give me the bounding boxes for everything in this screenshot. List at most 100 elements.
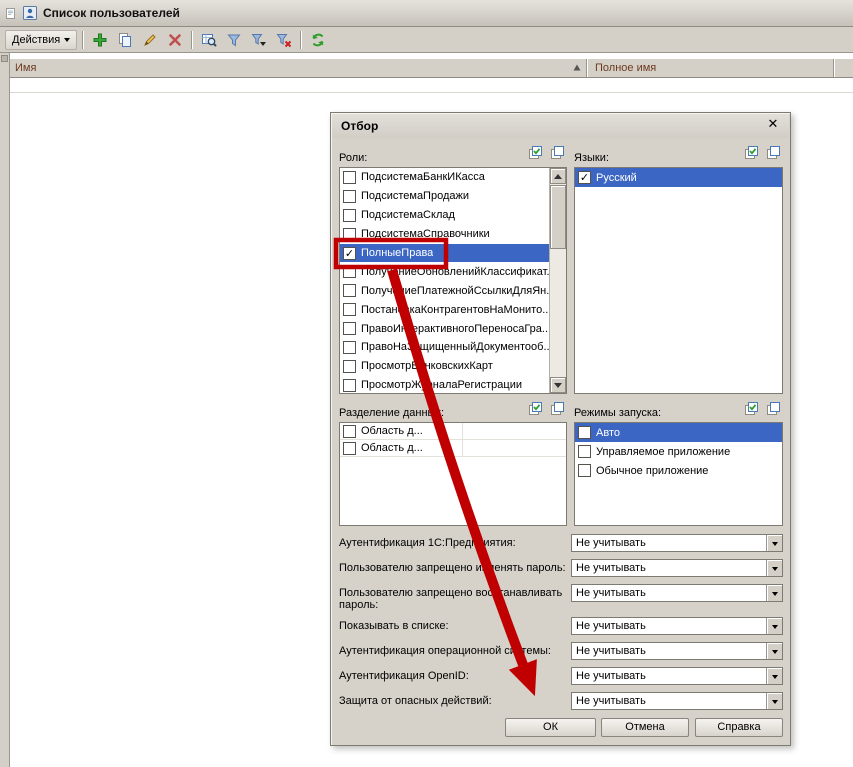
- filter-dialog: Отбор ✕ Роли: ПодсистемаБанкИКасса Подсис…: [330, 112, 791, 746]
- check-all-icon[interactable]: [528, 145, 543, 160]
- scroll-up-button[interactable]: [550, 168, 566, 184]
- scrollbar-thumb[interactable]: [550, 185, 566, 249]
- column-header-name[interactable]: Имя: [10, 62, 572, 74]
- list-item-label: ПолныеПрава: [361, 247, 434, 259]
- find-button[interactable]: [197, 29, 220, 50]
- data-separation-list[interactable]: Область д... Область д...: [339, 422, 567, 526]
- roles-list[interactable]: ПодсистемаБанкИКасса ПодсистемаПродажи Под…: [339, 167, 567, 394]
- cancel-button[interactable]: Отмена: [601, 718, 689, 737]
- filter-field-row: Защита от опасных действий: Не учитывать: [339, 692, 784, 717]
- list-item[interactable]: ПостановкаКонтрагентовНаМонито...: [340, 300, 549, 319]
- check-all-icon[interactable]: [744, 401, 759, 416]
- field-dropdown[interactable]: Не учитывать: [571, 617, 783, 635]
- uncheck-all-icon[interactable]: [766, 401, 781, 416]
- check-all-icon[interactable]: [528, 401, 543, 416]
- checkbox-unchecked[interactable]: [578, 464, 591, 477]
- dropdown-arrow-button[interactable]: [766, 693, 782, 709]
- filter-menu-button[interactable]: [247, 29, 270, 50]
- checkbox-unchecked[interactable]: [343, 208, 356, 222]
- checkbox-unchecked[interactable]: [343, 189, 356, 203]
- delete-button[interactable]: [163, 29, 186, 50]
- sort-icon[interactable]: [572, 63, 582, 73]
- column-divider[interactable]: [833, 59, 834, 77]
- checkbox-unchecked[interactable]: [343, 284, 356, 298]
- column-header-fullname[interactable]: Полное имя: [587, 62, 833, 74]
- checkbox-unchecked[interactable]: [343, 322, 356, 336]
- list-item[interactable]: ✓ Русский: [575, 168, 782, 187]
- toolbar-separator: [300, 30, 302, 49]
- list-item[interactable]: ✓ ПолныеПрава: [340, 243, 549, 263]
- checkbox-unchecked[interactable]: [343, 359, 356, 373]
- scroll-down-button[interactable]: [550, 377, 566, 393]
- dropdown-arrow-button[interactable]: [766, 643, 782, 659]
- check-all-icon[interactable]: [744, 145, 759, 160]
- list-item[interactable]: Обычное приложение: [575, 461, 782, 480]
- scrollbar[interactable]: [549, 168, 566, 393]
- checkbox-unchecked[interactable]: [343, 441, 356, 455]
- field-dropdown[interactable]: Не учитывать: [571, 642, 783, 660]
- checkbox-checked[interactable]: ✓: [343, 246, 356, 260]
- dropdown-arrow-button[interactable]: [766, 618, 782, 634]
- list-item[interactable]: ПросмотрЖурналаРегистрации: [340, 376, 549, 393]
- field-dropdown[interactable]: Не учитывать: [571, 692, 783, 710]
- clear-filter-button[interactable]: [272, 29, 295, 50]
- help-button[interactable]: Справка: [695, 718, 783, 737]
- field-dropdown[interactable]: Не учитывать: [571, 584, 783, 602]
- uncheck-all-icon[interactable]: [550, 401, 565, 416]
- uncheck-all-icon[interactable]: [766, 145, 781, 160]
- user-list-icon: [22, 5, 38, 21]
- add-button[interactable]: [88, 29, 111, 50]
- checkbox-unchecked[interactable]: [343, 170, 356, 184]
- list-item[interactable]: Управляемое приложение: [575, 442, 782, 461]
- list-item[interactable]: ПравоНаЗащищенныйДокументооб...: [340, 338, 549, 357]
- list-item[interactable]: ПолучениеОбновленийКлассификат...: [340, 262, 549, 281]
- close-icon[interactable]: ✕: [765, 117, 781, 133]
- list-item[interactable]: ПодсистемаСправочники: [340, 225, 549, 244]
- copy-button[interactable]: [113, 29, 136, 50]
- languages-list[interactable]: ✓ Русский: [574, 167, 783, 394]
- checkbox-unchecked[interactable]: [578, 445, 591, 458]
- dropdown-arrow-button[interactable]: [766, 585, 782, 601]
- list-item-label: ПолучениеПлатежнойСсылкиДляЯн...: [361, 284, 549, 297]
- checkbox-unchecked[interactable]: [343, 303, 356, 317]
- filter-field-row: Аутентификация 1С:Предприятия: Не учитыва…: [339, 534, 784, 559]
- actions-menu-button[interactable]: Действия: [5, 29, 78, 50]
- filter-button[interactable]: [222, 29, 245, 50]
- checkbox-unchecked[interactable]: [343, 227, 356, 241]
- checkbox-unchecked[interactable]: [343, 424, 356, 438]
- field-dropdown[interactable]: Не учитывать: [571, 559, 783, 577]
- uncheck-all-icon[interactable]: [550, 145, 565, 160]
- refresh-button[interactable]: [306, 29, 329, 50]
- dropdown-arrow-button[interactable]: [766, 668, 782, 684]
- checkbox-checked[interactable]: ✓: [578, 171, 591, 184]
- checkbox-unchecked[interactable]: [343, 378, 356, 392]
- column-header-fullname-label: Полное имя: [595, 62, 657, 74]
- checkbox-unchecked[interactable]: [578, 426, 591, 439]
- field-label: Пользователю запрещено восстанавливать п…: [339, 587, 563, 611]
- checkbox-unchecked[interactable]: [343, 340, 356, 354]
- filter-field-row: Аутентификация OpenID: Не учитывать: [339, 667, 784, 692]
- field-label: Аутентификация OpenID:: [339, 670, 469, 682]
- list-item[interactable]: ПодсистемаСклад: [340, 206, 549, 225]
- dropdown-arrow-button[interactable]: [766, 535, 782, 551]
- list-item[interactable]: Область д...: [340, 423, 566, 440]
- list-item[interactable]: Авто: [575, 423, 782, 442]
- list-item[interactable]: ПравоИнтерактивногоПереносаГра...: [340, 319, 549, 338]
- list-item[interactable]: ПросмотрБанковскихКарт: [340, 357, 549, 376]
- checkbox-unchecked[interactable]: [343, 265, 356, 279]
- ok-button[interactable]: ОК: [505, 718, 596, 737]
- field-dropdown[interactable]: Не учитывать: [571, 534, 783, 552]
- launch-modes-list[interactable]: Авто Управляемое приложение Обычное прилож…: [574, 422, 783, 526]
- list-item[interactable]: ПолучениеПлатежнойСсылкиДляЯн...: [340, 281, 549, 300]
- refresh-icon: [310, 32, 326, 48]
- dropdown-arrow-button[interactable]: [766, 560, 782, 576]
- list-item[interactable]: ПодсистемаПродажи: [340, 187, 549, 206]
- dropdown-value: Не учитывать: [576, 537, 646, 549]
- dropdown-value: Не учитывать: [576, 645, 646, 657]
- field-dropdown[interactable]: Не учитывать: [571, 667, 783, 685]
- funnel-icon: [226, 32, 242, 48]
- list-item[interactable]: ПодсистемаБанкИКасса: [340, 168, 549, 187]
- dropdown-value: Не учитывать: [576, 695, 646, 707]
- edit-button[interactable]: [138, 29, 161, 50]
- list-item[interactable]: Область д...: [340, 440, 566, 457]
